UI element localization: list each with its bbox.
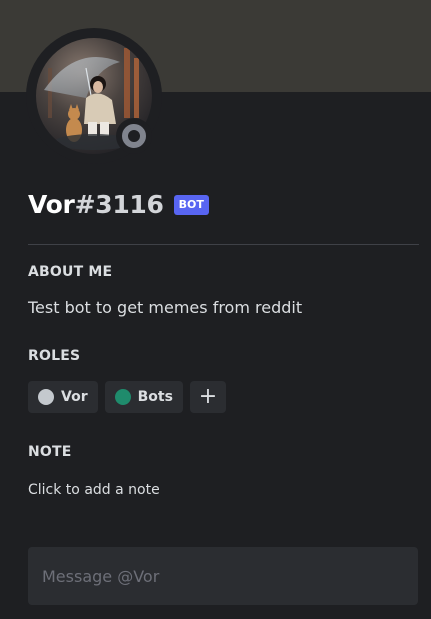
message-placeholder: Message @Vor	[42, 566, 160, 586]
username[interactable]: Vor	[28, 190, 75, 219]
user-profile-popout: Vor #3116 BOT ABOUT ME Test bot to get m…	[0, 0, 431, 619]
roles-list: Vor Bots +	[28, 381, 226, 413]
note-heading: NOTE	[28, 444, 72, 460]
about-me-heading: ABOUT ME	[28, 264, 113, 280]
bot-tag: BOT	[173, 195, 209, 215]
divider	[28, 244, 419, 245]
roles-heading: ROLES	[28, 348, 81, 364]
role-color-dot	[38, 389, 54, 405]
role-pill-vor[interactable]: Vor	[28, 381, 98, 413]
username-row: Vor #3116 BOT	[28, 186, 209, 222]
offline-status-icon	[122, 124, 146, 148]
role-label: Vor	[61, 389, 88, 405]
about-me-text: Test bot to get memes from reddit	[28, 298, 303, 317]
note-input[interactable]: Click to add a note	[28, 482, 160, 498]
message-input[interactable]: Message @Vor	[28, 547, 418, 605]
role-label: Bots	[137, 389, 173, 405]
role-pill-bots[interactable]: Bots	[104, 381, 183, 413]
discriminator[interactable]: #3116	[75, 190, 164, 219]
add-role-button[interactable]: +	[189, 381, 226, 413]
role-color-dot	[114, 389, 131, 405]
